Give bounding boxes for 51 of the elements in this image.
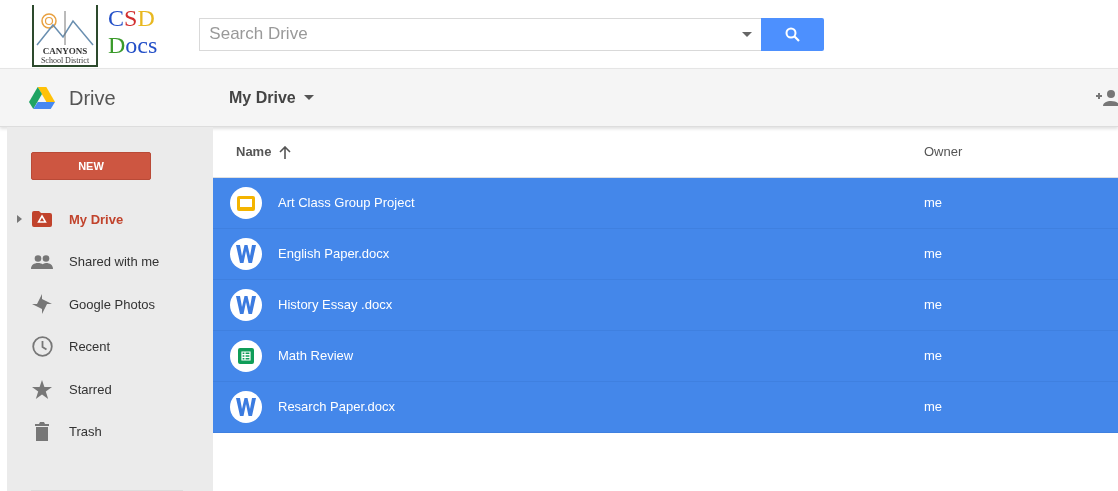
file-name: Art Class Group Project	[278, 194, 415, 213]
file-row[interactable]: History Essay .docx me	[213, 280, 1118, 331]
sidebar-item[interactable]: Recent	[69, 325, 111, 369]
slides-icon	[237, 195, 255, 211]
sidebar-item[interactable]: Starred	[69, 368, 112, 411]
caret-icon	[303, 95, 314, 100]
column-header[interactable]: Name	[236, 142, 272, 162]
file-row[interactable]: English Paper.docx me	[213, 229, 1118, 280]
drive-logo-icon	[29, 86, 55, 109]
sidebar-item[interactable]: Shared with me	[69, 240, 160, 284]
logo-subtitle: Docs	[108, 32, 158, 59]
app-title: Drive	[69, 85, 116, 111]
search-icon	[785, 26, 801, 42]
word-doc-icon	[236, 296, 256, 314]
new-button[interactable]: NEW	[31, 152, 151, 181]
file-name: History Essay .docx	[278, 296, 393, 315]
trash-icon	[35, 422, 49, 442]
district-name: CANYONS	[42, 47, 88, 56]
file-owner: me	[924, 194, 943, 213]
file-owner: me	[924, 296, 943, 315]
spreadsheet-icon	[238, 348, 254, 364]
clock-icon	[31, 336, 53, 358]
expand-arrow-icon[interactable]	[16, 215, 22, 224]
word-doc-icon	[236, 245, 256, 263]
sidebar-item[interactable]: Google Photos	[69, 283, 155, 326]
file-row[interactable]: Math Review me	[213, 331, 1118, 382]
pinwheel-icon	[32, 294, 52, 315]
district-subtitle: School District	[40, 56, 90, 65]
search-field[interactable]: Search Drive	[199, 17, 762, 51]
file-name: English Paper.docx	[278, 245, 390, 264]
sidebar-item[interactable]: My Drive	[69, 198, 124, 241]
people-icon	[31, 254, 53, 269]
column-header[interactable]: Owner	[924, 142, 963, 162]
file-owner: me	[924, 347, 943, 366]
file-name: Math Review	[278, 347, 354, 366]
file-owner: me	[924, 398, 943, 417]
sidebar-item[interactable]: Trash	[69, 410, 102, 454]
logo-title: CSD	[108, 5, 156, 32]
star-icon	[32, 379, 52, 399]
mountain-logo-icon	[35, 11, 95, 47]
file-row[interactable]: Resarch Paper.docx me	[213, 382, 1118, 433]
word-doc-icon	[236, 398, 256, 416]
file-row[interactable]: Art Class Group Project me	[213, 178, 1118, 229]
file-owner: me	[924, 245, 943, 264]
my-drive-dropdown[interactable]: My Drive	[229, 84, 314, 111]
drive-folder-icon	[32, 211, 52, 228]
sort-up-arrow-icon[interactable]	[279, 145, 292, 159]
add-person-icon[interactable]	[1096, 89, 1118, 106]
file-name: Resarch Paper.docx	[278, 398, 396, 417]
dropdown-caret-icon[interactable]	[742, 31, 753, 37]
search-button[interactable]	[761, 17, 825, 51]
